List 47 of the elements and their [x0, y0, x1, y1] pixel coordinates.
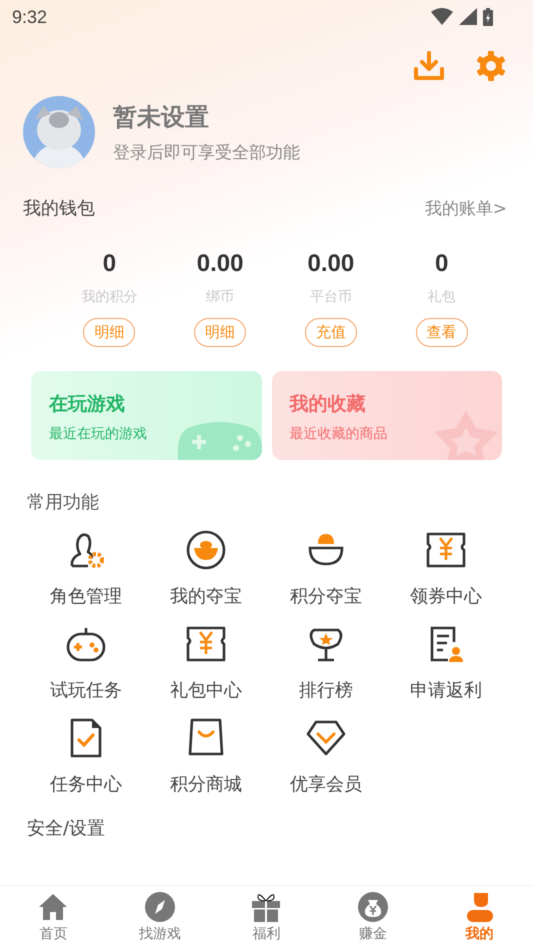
profile-name[interactable]: 暂未设置	[113, 100, 300, 132]
stat-button[interactable]: 明细	[83, 318, 136, 347]
shortcut-card[interactable]: 我的收藏 最近收藏的商品	[272, 371, 502, 460]
card-subtitle: 最近在玩的游戏	[49, 425, 148, 443]
section-title: 我的钱包	[23, 197, 95, 220]
wifi-icon	[431, 8, 453, 26]
stat-button[interactable]: 明细	[194, 318, 246, 347]
section-title: 安全/设置	[26, 817, 106, 840]
function-item[interactable]: 排行榜	[266, 622, 386, 702]
home-icon	[37, 891, 70, 923]
status-time: 9:32	[12, 6, 48, 28]
battery-icon	[483, 8, 493, 26]
function-item[interactable]: 角色管理	[26, 528, 146, 608]
shortcut-card[interactable]: 在玩游戏 最近在玩的游戏	[31, 371, 262, 460]
stat-value: 0	[102, 250, 116, 278]
settings-icon[interactable]	[475, 50, 507, 82]
card-title: 我的收藏	[290, 392, 366, 417]
card-title: 在玩游戏	[49, 392, 126, 417]
compass-icon	[144, 891, 176, 923]
tab[interactable]: 首页	[13, 891, 94, 943]
download-icon[interactable]	[413, 51, 445, 81]
function-item[interactable]: 申请返利	[386, 622, 506, 702]
function-item[interactable]: 领券中心	[386, 528, 506, 608]
profile-subtitle: 登录后即可享受全部功能	[113, 142, 300, 164]
function-item[interactable]: 任务中心	[26, 716, 146, 796]
tab[interactable]: 我的	[440, 891, 520, 943]
function-item[interactable]: 礼包中心	[146, 622, 266, 702]
tab[interactable]: 福利	[226, 891, 306, 943]
function-item[interactable]: 优享会员	[266, 716, 386, 796]
function-item[interactable]: 我的夺宝	[146, 528, 266, 608]
card-subtitle: 最近收藏的商品	[290, 425, 388, 443]
tab[interactable]: 赚金	[333, 891, 414, 943]
signal-icon	[459, 8, 477, 26]
stat-value: 0	[434, 250, 448, 278]
stat-button[interactable]: 查看	[416, 318, 468, 347]
gamepad-icon	[178, 420, 262, 460]
stat-button[interactable]: 充值	[304, 318, 357, 347]
stat-value: 0.00	[196, 250, 244, 278]
function-item[interactable]: 试玩任务	[26, 622, 146, 702]
section-title: 常用功能	[26, 491, 100, 514]
ingot-icon	[184, 528, 228, 572]
tab[interactable]: 找游戏	[120, 891, 200, 943]
function-item[interactable]: 积分商城	[146, 716, 266, 796]
stat-value: 0.00	[308, 250, 354, 278]
function-item[interactable]: 积分夺宝	[266, 528, 386, 608]
money-bag-icon	[357, 891, 390, 923]
bill-link[interactable]: 我的账单>	[424, 196, 507, 220]
